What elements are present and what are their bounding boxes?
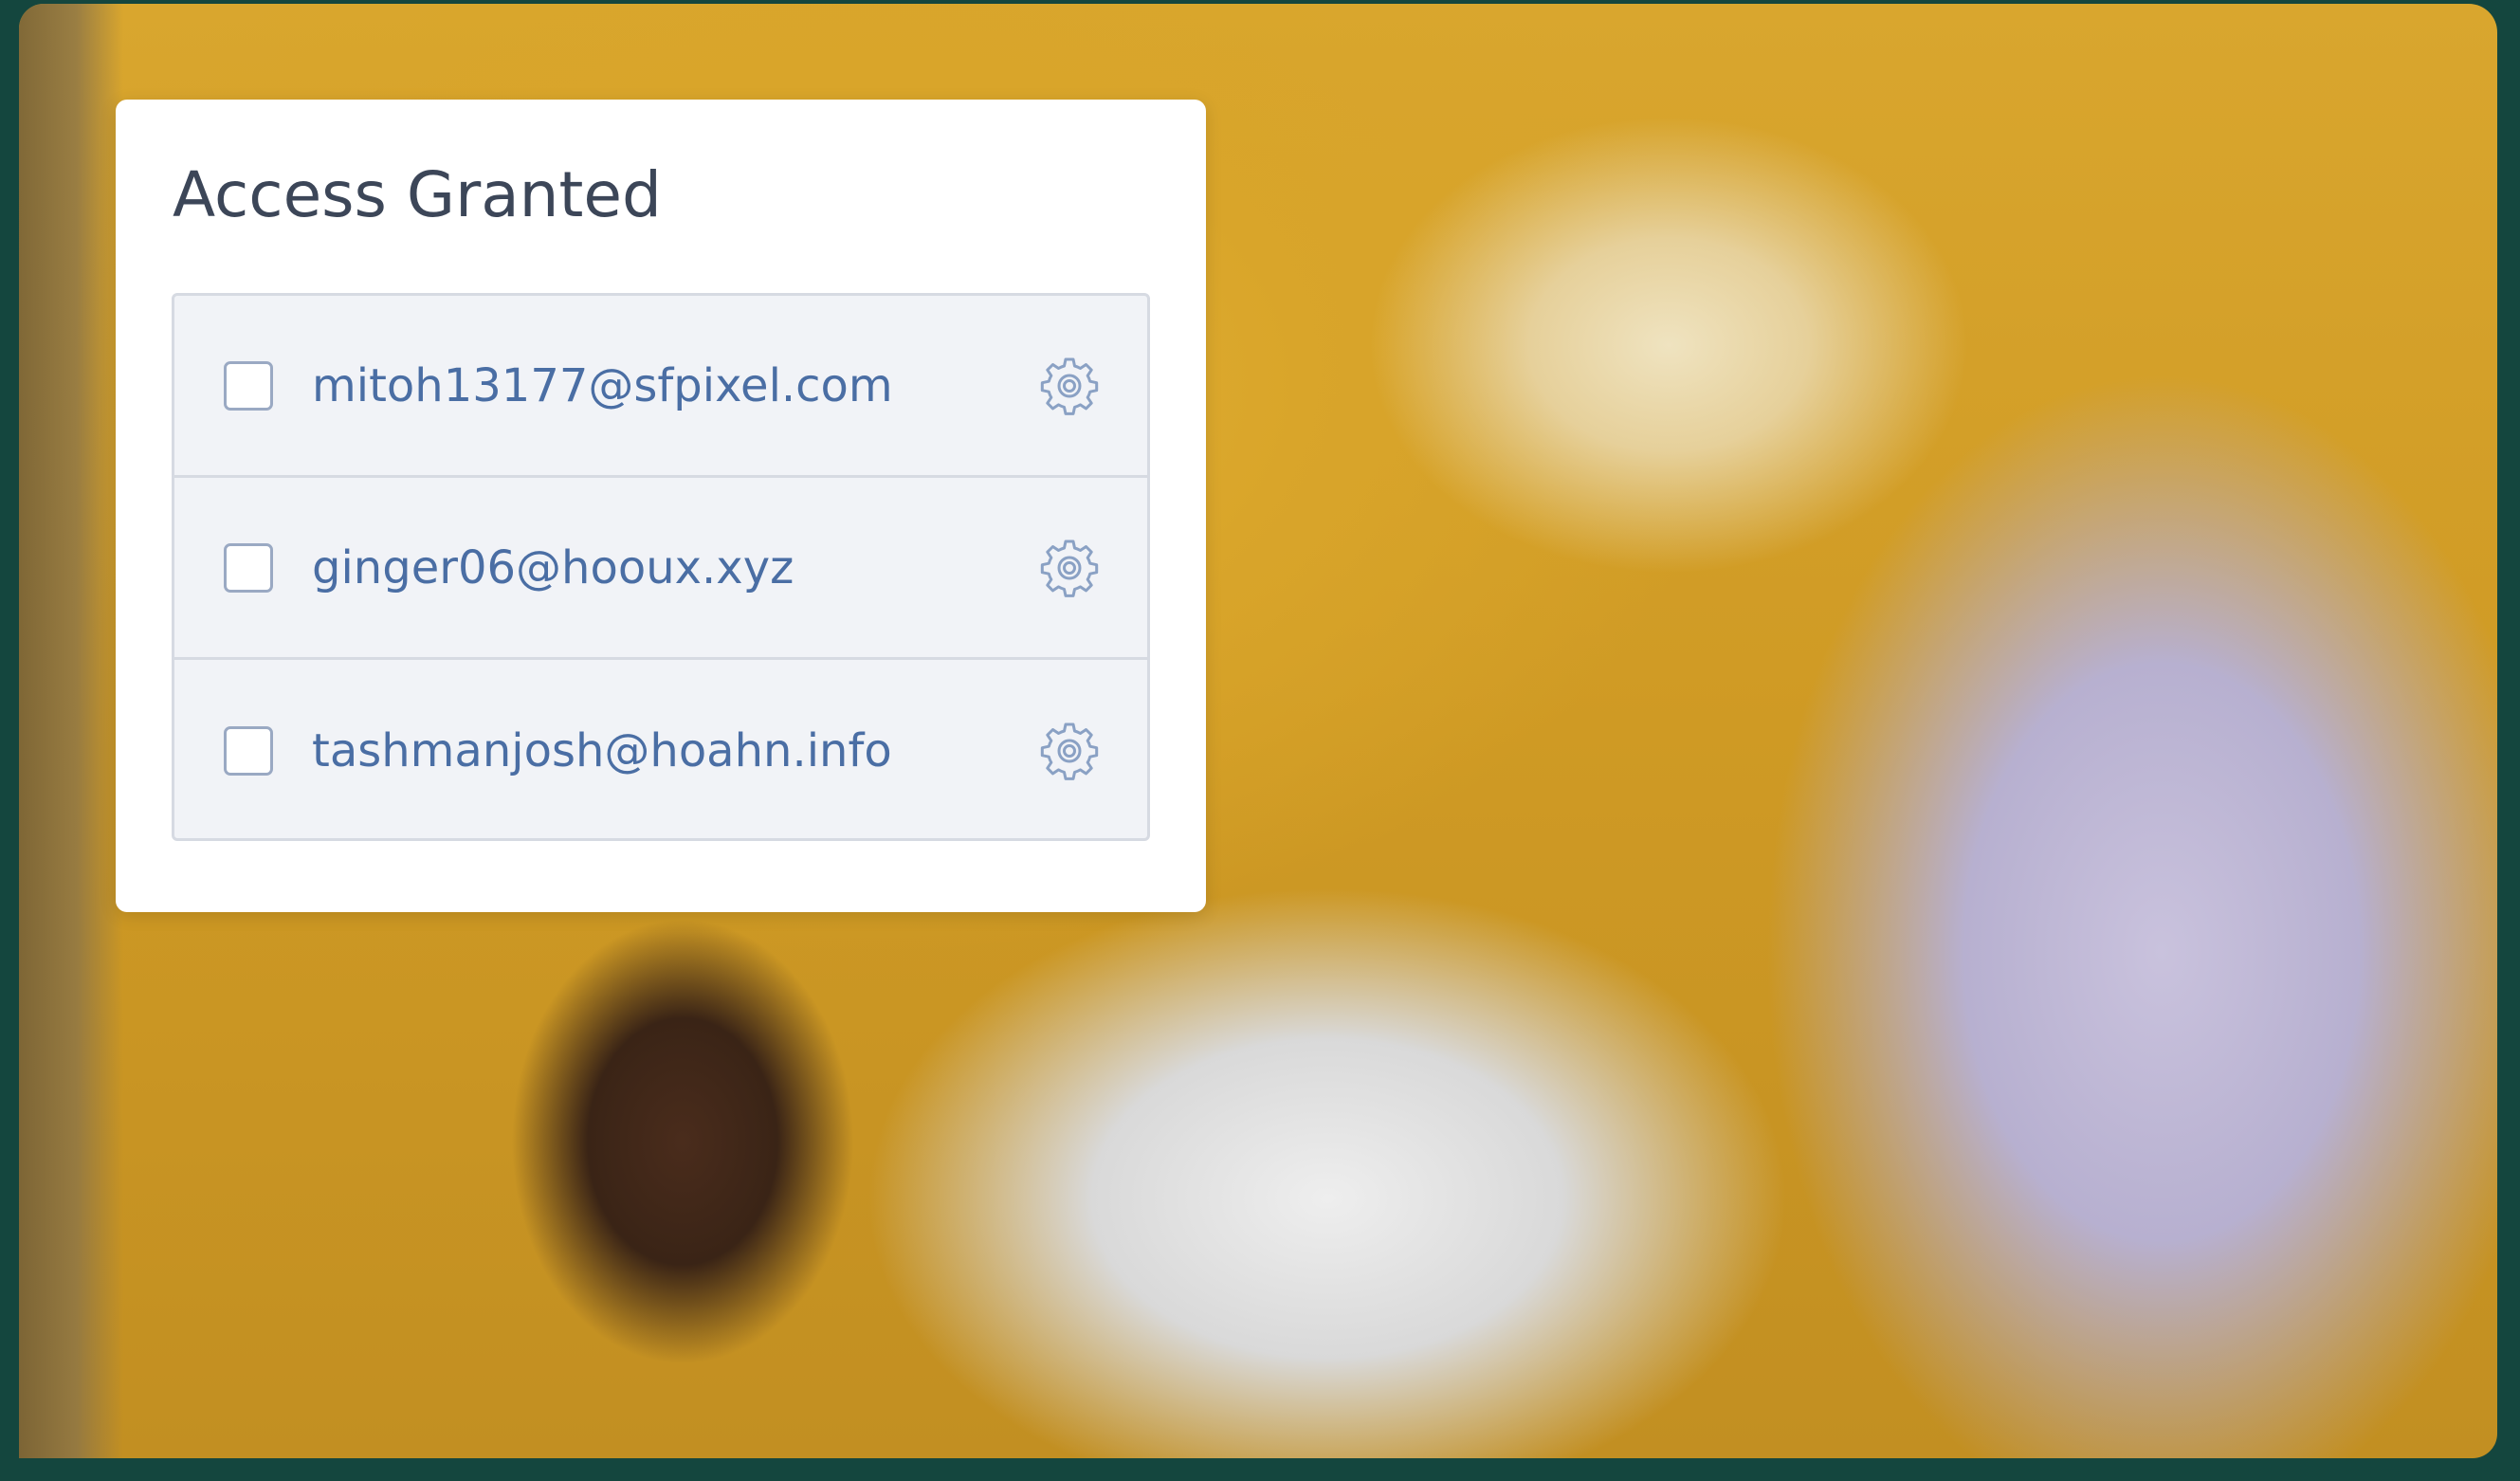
select-checkbox[interactable] <box>224 726 273 776</box>
gear-icon[interactable] <box>1039 538 1100 598</box>
gear-icon[interactable] <box>1039 356 1100 416</box>
gear-icon[interactable] <box>1039 721 1100 781</box>
user-email: tashmanjosh@hoahn.info <box>312 724 892 777</box>
list-item: ginger06@hooux.xyz <box>174 478 1147 660</box>
user-access-list: mitoh13177@sfpixel.com ginger06@hooux.xy… <box>172 293 1150 841</box>
app-frame: Access Granted mitoh13177@sfpixel.com gi… <box>0 0 2520 1481</box>
background-shelf <box>19 4 123 1458</box>
select-checkbox[interactable] <box>224 360 273 411</box>
list-item: mitoh13177@sfpixel.com <box>174 296 1147 478</box>
user-email: ginger06@hooux.xyz <box>312 540 794 594</box>
select-checkbox[interactable] <box>224 542 273 593</box>
user-email: mitoh13177@sfpixel.com <box>312 358 893 412</box>
access-granted-panel: Access Granted mitoh13177@sfpixel.com gi… <box>116 100 1206 912</box>
panel-title: Access Granted <box>173 158 662 231</box>
list-item: tashmanjosh@hoahn.info <box>174 660 1147 838</box>
